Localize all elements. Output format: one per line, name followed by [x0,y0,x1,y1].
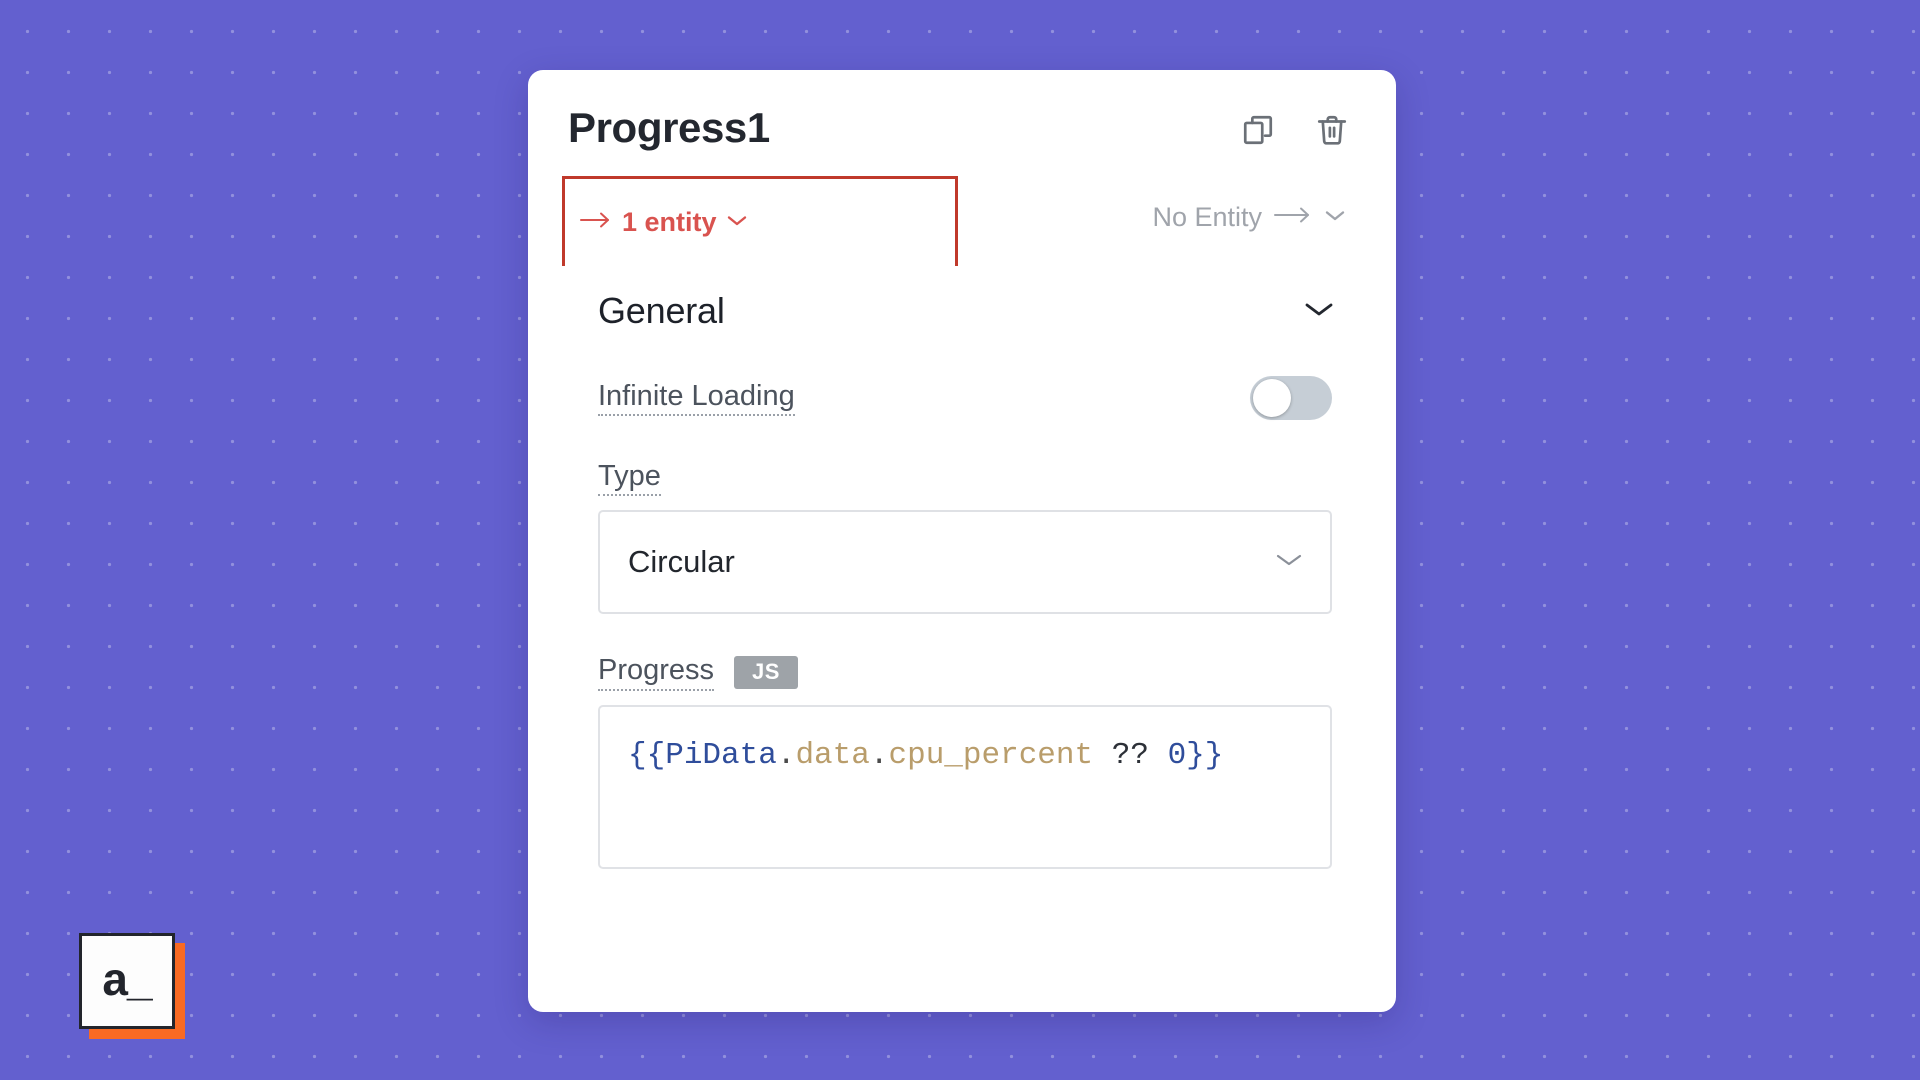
code-token-open-brace: {{ [628,737,666,773]
arrow-right-icon [1273,204,1313,231]
incoming-entities-inner: 1 entity [579,207,748,238]
code-token-close-brace: }} [1186,737,1224,773]
trash-icon [1315,113,1349,147]
code-token-number: 0 [1167,737,1187,773]
widget-property-pane: Progress1 1 entity No Entity General Inf… [528,70,1396,1012]
logo-face: a_ [79,933,175,1029]
code-token-space-2 [1149,738,1168,773]
outgoing-entities-selector[interactable]: No Entity [1152,176,1352,233]
property-pane-actions [1238,106,1352,150]
infinite-loading-switch[interactable] [1250,376,1332,420]
type-select[interactable]: Circular [598,510,1332,615]
arrow-right-icon [579,209,613,236]
chevron-down-icon [1324,208,1346,227]
incoming-entities-label: 1 entity [622,207,717,237]
property-pane-body: General Infinite Loading Type Circular P… [528,266,1396,869]
logo-text: a_ [102,953,152,1005]
copy-icon [1241,113,1275,147]
code-token-prop-1: data [795,737,870,773]
code-token-dot-1: . [776,737,796,773]
field-infinite-loading: Infinite Loading [568,332,1356,420]
chevron-down-icon [726,213,748,232]
field-label-progress: Progress [598,654,715,691]
appsmith-logo[interactable]: a_ [79,933,185,1039]
incoming-entities-selector[interactable]: 1 entity [562,176,958,266]
field-progress: Progress JS {{PiData.data.cpu_percent ??… [568,614,1356,869]
field-label-row-type: Type [598,460,1332,497]
field-type: Type Circular [568,420,1356,615]
type-select-value: Circular [628,544,735,580]
chevron-down-icon [1302,299,1336,324]
delete-widget-button[interactable] [1312,110,1352,150]
field-label-type: Type [598,460,661,497]
field-label-row-progress: Progress JS [598,654,1332,691]
section-title: General [598,290,725,331]
page-title: Progress1 [568,104,770,151]
js-mode-badge[interactable]: JS [734,656,798,690]
copy-widget-button[interactable] [1238,110,1278,150]
outgoing-entities-label: No Entity [1152,202,1262,232]
code-token-operator: ?? [1111,737,1149,773]
field-label-infinite-loading: Infinite Loading [598,380,795,417]
section-header-general[interactable]: General [568,266,1356,332]
code-token-identifier: PiData [665,737,777,773]
progress-code-editor[interactable]: {{PiData.data.cpu_percent ?? 0}} [598,704,1332,869]
code-token-dot-2: . [869,737,889,773]
code-token-prop-2: cpu_percent [888,737,1094,773]
entity-connection-bar: 1 entity No Entity [528,150,1396,266]
chevron-down-icon [1274,551,1304,574]
switch-knob [1253,379,1291,417]
property-pane-header: Progress1 [528,70,1396,150]
